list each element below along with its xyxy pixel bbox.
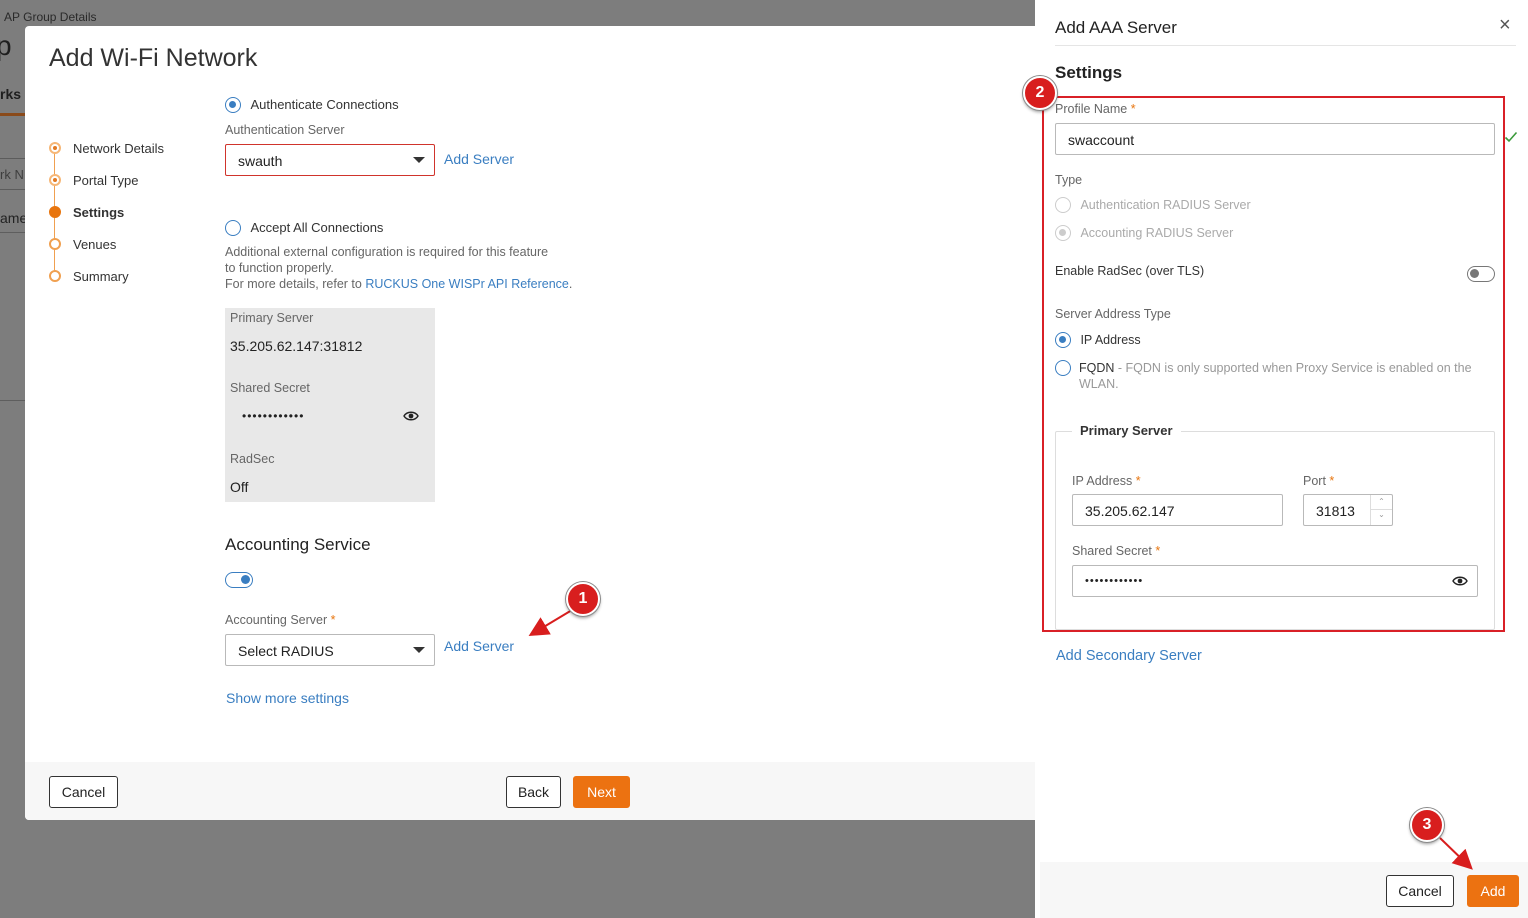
radio-label: Accept All Connections [250,220,384,235]
radio-label: Authenticate Connections [250,97,399,112]
drawer-cancel-button[interactable]: Cancel [1386,875,1454,907]
step-label: Venues [73,236,117,252]
background-tab: rks [0,86,22,102]
step-label: Portal Type [73,172,139,188]
wispr-api-reference-link[interactable]: RUCKUS One WISPr API Reference [365,277,569,291]
select-value: Select RADIUS [238,643,334,659]
background-input: rk N [0,158,26,190]
step-label: Network Details [73,140,165,156]
step-label: Settings [73,204,125,220]
radsec-value: Off [230,479,249,495]
drawer-add-button[interactable]: Add [1467,875,1519,907]
toggle-on-icon [225,572,253,588]
annotation-highlight-box [1042,96,1505,632]
accept-all-note: Additional external configuration is req… [225,244,572,292]
accounting-service-toggle[interactable] [225,572,253,593]
add-accounting-server-link[interactable]: Add Server [444,638,514,654]
annotation-badge-2: 2 [1023,76,1057,110]
authenticate-connections-radio[interactable]: Authenticate Connections [225,96,399,114]
accounting-service-heading: Accounting Service [225,535,371,554]
shared-secret-value: •••••••••••• [242,409,305,423]
next-button[interactable]: Next [573,776,630,808]
drawer-title: Add AAA Server [1055,18,1177,37]
add-secondary-server-link[interactable]: Add Secondary Server [1056,648,1202,664]
authentication-server-label: Authentication Server [225,123,345,137]
chevron-down-icon [413,647,425,653]
background-title: p [0,30,12,61]
label-text: Accounting Server [225,613,328,627]
primary-server-value: 35.205.62.147:31812 [230,338,363,354]
eye-icon[interactable] [403,409,419,427]
step-network-details[interactable]: Network Details [49,132,164,164]
step-pending-icon [49,238,61,250]
accounting-server-select[interactable]: Select RADIUS [225,634,435,666]
required-marker: * [330,613,336,627]
steps-nav: Network Details Portal Type Settings Ven… [49,132,164,292]
step-venues[interactable]: Venues [49,228,164,260]
background-divider [0,400,26,401]
show-more-settings-link[interactable]: Show more settings [226,690,349,706]
annotation-badge-3: 3 [1410,808,1444,842]
background-divider [0,232,26,233]
modal-title: Add Wi-Fi Network [49,44,258,72]
note-line: For more details, refer to RUCKUS One WI… [225,276,572,292]
close-icon[interactable]: × [1499,14,1511,37]
chevron-down-icon [413,157,425,163]
background-column-header: ame [0,210,28,226]
background-breadcrumb: AP Group Details [4,10,97,24]
drawer-footer: Cancel Add [1040,862,1528,918]
modal-footer: Cancel Back Next [25,762,1055,820]
radio-unselected-icon [225,219,241,236]
annotation-badge-1: 1 [566,582,600,616]
cancel-button[interactable]: Cancel [49,776,118,808]
select-value: swauth [238,153,283,169]
settings-heading: Settings [1055,63,1123,82]
add-wifi-network-modal: Add Wi-Fi Network Network Details Portal… [25,26,1055,820]
step-portal-type[interactable]: Portal Type [49,164,164,196]
note-line: Additional external configuration is req… [225,245,549,259]
note-prefix: For more details, refer to [225,277,366,291]
primary-server-label: Primary Server [230,311,314,325]
check-icon [1504,130,1518,148]
step-pending-icon [49,270,61,282]
step-active-icon [49,206,61,218]
shared-secret-label: Shared Secret [230,381,310,395]
accounting-server-label: Accounting Server * [225,613,336,627]
note-line: to function properly. [225,261,334,275]
step-summary[interactable]: Summary [49,260,164,292]
accept-all-connections-radio[interactable]: Accept All Connections [225,219,383,237]
step-done-icon [49,142,61,154]
authentication-server-select[interactable]: swauth [225,144,435,176]
back-button[interactable]: Back [506,776,561,808]
note-suffix: . [568,277,573,291]
radsec-label: RadSec [230,452,275,466]
step-label: Summary [73,268,129,284]
radio-selected-icon [225,96,241,113]
background-tab-underline [0,113,26,116]
auth-server-info-panel: Primary Server 35.205.62.147:31812 Share… [225,308,435,502]
step-done-icon [49,174,61,186]
step-settings[interactable]: Settings [49,196,164,228]
add-authentication-server-link[interactable]: Add Server [444,151,514,167]
drawer-header-divider [1055,45,1516,46]
